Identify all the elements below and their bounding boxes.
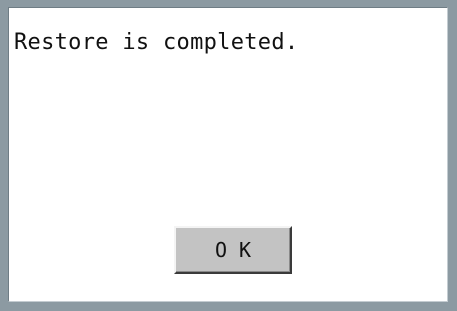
dialog-message: Restore is completed. (14, 30, 299, 55)
restore-complete-dialog: Restore is completed. O K (0, 0, 457, 311)
dialog-content-area: Restore is completed. O K (8, 7, 448, 302)
ok-button[interactable]: O K (174, 226, 292, 274)
